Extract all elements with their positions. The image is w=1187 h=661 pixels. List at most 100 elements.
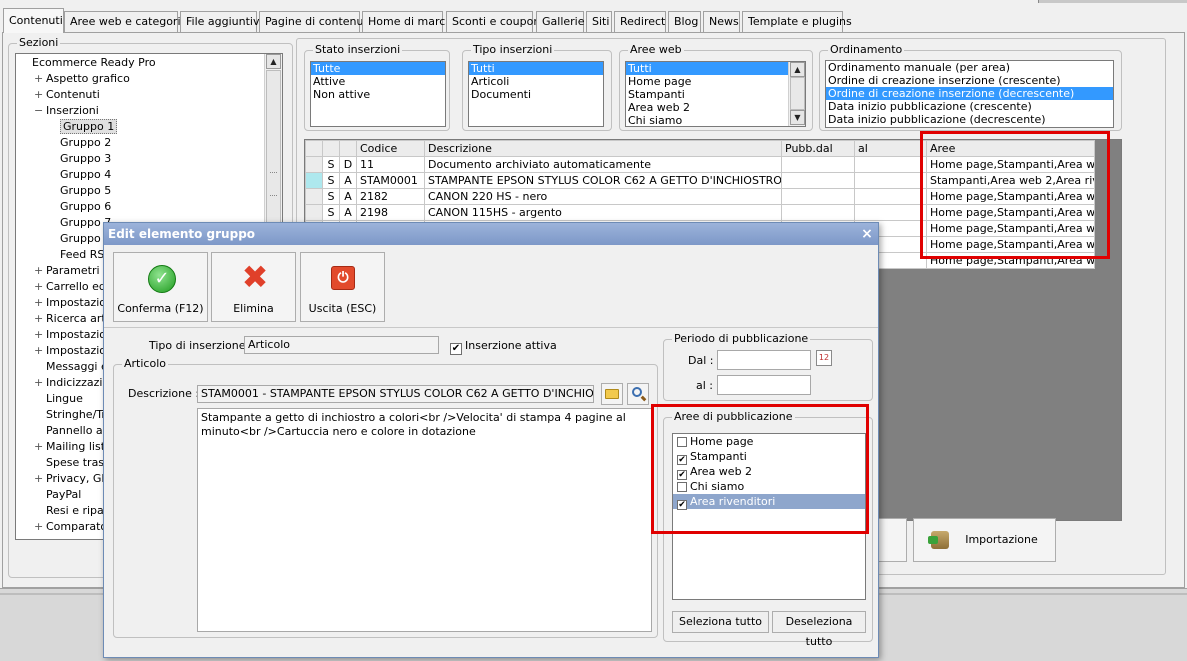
tree-node[interactable]: Gruppo 6 (48, 199, 111, 215)
tree-node[interactable]: Gruppo 4 (48, 167, 111, 183)
tab-gallerie[interactable]: Gallerie (536, 11, 585, 32)
tab-template-plugins[interactable]: Template e plugins (742, 11, 852, 32)
list-item[interactable]: Articoli (469, 75, 603, 88)
scroll-up-icon[interactable]: ▲ (266, 54, 281, 69)
tree-node[interactable]: Feed RSS (48, 247, 111, 263)
dialog-close-icon[interactable]: × (859, 226, 875, 242)
tree-node[interactable]: + Aspetto grafico (34, 71, 130, 87)
tree-node[interactable]: + Impostazio (34, 327, 106, 343)
search-button[interactable] (627, 383, 649, 405)
tree-node[interactable]: Spese trasp (34, 455, 111, 471)
list-item[interactable]: Ordinamento manuale (per area) (826, 61, 1113, 74)
tab-pagine-contenuti[interactable]: Pagine di contenuti (259, 11, 371, 32)
ordinamento-listbox[interactable]: Ordinamento manuale (per area) Ordine di … (825, 60, 1114, 128)
expand-icon[interactable]: + (34, 327, 43, 343)
tab-contenuti[interactable]: Contenuti (3, 8, 64, 33)
calendar-icon[interactable]: 12 (816, 350, 832, 366)
tab-blog[interactable]: Blog (668, 11, 701, 32)
list-item[interactable]: Attive (311, 75, 445, 88)
tree-node[interactable]: + Impostazio (34, 295, 106, 311)
tree-node[interactable]: Lingue (34, 391, 83, 407)
tree-node[interactable]: Gruppo 7 (48, 215, 111, 231)
aree-listbox[interactable]: Tutti Home page Stampanti Area web 2 Chi sia… (625, 61, 806, 127)
column-header[interactable]: Descrizione (424, 140, 782, 157)
aree-scrollbar[interactable]: ▲ ▼ (788, 62, 805, 126)
column-header[interactable] (305, 140, 323, 157)
tab-file-aggiuntivi[interactable]: File aggiuntivi (180, 11, 263, 32)
tab-home-marca[interactable]: Home di marca (362, 11, 452, 32)
attiva-checkbox[interactable]: ✔ Inserzione attiva (450, 339, 557, 355)
tree-node[interactable]: PayPal (34, 487, 81, 503)
expand-icon[interactable]: + (34, 519, 43, 535)
tab-aree-web[interactable]: Aree web e categorie (64, 11, 187, 32)
list-item[interactable]: Documenti (469, 88, 603, 101)
tree-node[interactable]: Stringhe/Tr (34, 407, 106, 423)
tree-node[interactable]: Messaggi e (34, 359, 108, 375)
tree-node[interactable]: Gruppo 3 (48, 151, 111, 167)
tree-node[interactable]: + Indicizzazio (34, 375, 109, 391)
list-item[interactable]: Data inizio pubblicazione (crescente) (826, 100, 1113, 113)
open-folder-button[interactable] (601, 383, 623, 405)
aree-scroll-down-icon[interactable]: ▼ (790, 110, 805, 125)
conferma-button[interactable]: ✓ Conferma (F12) (113, 252, 208, 322)
tree-node[interactable]: Gruppo 2 (48, 135, 111, 151)
column-header[interactable] (322, 140, 340, 157)
tipo-field[interactable]: Articolo (244, 336, 439, 354)
tree-node[interactable]: Gruppo 5 (48, 183, 111, 199)
tree-node[interactable]: − Inserzioni (34, 103, 99, 119)
al-field[interactable] (717, 375, 811, 395)
tree-node[interactable]: + Impostazio (34, 343, 106, 359)
uscita-button[interactable]: ⏻ Uscita (ESC) (300, 252, 385, 322)
expand-icon[interactable]: + (34, 295, 43, 311)
stato-listbox[interactable]: Tutte Attive Non attive (310, 61, 446, 127)
tree-node[interactable]: Pannello am (34, 423, 113, 439)
seleziona-tutto-button[interactable]: Seleziona tutto (672, 611, 769, 633)
expand-icon[interactable]: + (34, 439, 43, 455)
tree-node[interactable]: + Contenuti (34, 87, 100, 103)
aree-scroll-up-icon[interactable]: ▲ (790, 62, 805, 77)
dal-field[interactable] (717, 350, 811, 370)
descrizione-field[interactable]: STAM0001 - STAMPANTE EPSON STYLUS COLOR … (197, 385, 594, 403)
aree-scroll-thumb[interactable] (790, 77, 805, 110)
tree-node[interactable]: + Parametri u (34, 263, 110, 279)
expand-icon[interactable]: + (34, 343, 43, 359)
tree-node[interactable]: + Privacy, GD (34, 471, 110, 487)
tree-node[interactable]: Resi e ripar (34, 503, 108, 519)
expand-icon[interactable]: + (34, 375, 43, 391)
tree-node[interactable]: + Comparator (34, 519, 112, 535)
expand-icon[interactable]: + (34, 87, 43, 103)
deseleziona-tutto-button[interactable]: Deseleziona tutto (772, 611, 866, 648)
tab-redirect[interactable]: Redirect (614, 11, 666, 32)
list-item[interactable]: Data inizio pubblicazione (decrescente) (826, 113, 1113, 126)
list-item[interactable]: Ordine di creazione inserzione (crescent… (826, 74, 1113, 87)
importazione-button[interactable]: Importazione (913, 518, 1056, 562)
list-item[interactable]: Tutte (311, 62, 445, 75)
tree-node[interactable]: Gruppo 1 (48, 119, 118, 135)
list-item[interactable]: Area web 2 (626, 101, 805, 114)
expand-icon[interactable]: + (34, 471, 43, 487)
elimina-button[interactable]: ✖ Elimina (211, 252, 296, 322)
tree-node[interactable]: Ecommerce Ready Pro (20, 55, 156, 71)
collapse-icon[interactable]: − (34, 103, 43, 119)
list-item[interactable]: Ordine di creazione inserzione (decresce… (826, 87, 1113, 100)
tree-node[interactable]: Gruppo 8 (48, 231, 111, 247)
tree-node[interactable]: + Carrello ed (34, 279, 106, 295)
tipo-listbox[interactable]: Tutti Articoli Documenti (468, 61, 604, 127)
list-item[interactable]: Tutti (469, 62, 603, 75)
tab-siti[interactable]: Siti (586, 11, 612, 32)
descrizione-memo[interactable]: Stampante a getto di inchiostro a colori… (197, 408, 652, 632)
tab-news[interactable]: News (703, 11, 740, 32)
list-item[interactable]: Chi siamo (626, 114, 805, 126)
column-header[interactable]: al (854, 140, 927, 157)
list-item[interactable]: Tutti (626, 62, 805, 75)
expand-icon[interactable]: + (34, 263, 43, 279)
expand-icon[interactable]: + (34, 279, 43, 295)
tree-node[interactable]: + Ricerca arti (34, 311, 109, 327)
list-item[interactable]: Non attive (311, 88, 445, 101)
list-item[interactable]: Stampanti (626, 88, 805, 101)
list-item[interactable]: Home page (626, 75, 805, 88)
tab-sconti-coupon[interactable]: Sconti e coupon (446, 11, 540, 32)
column-header[interactable]: Codice (356, 140, 425, 157)
column-header[interactable]: Pubb.dal (781, 140, 855, 157)
expand-icon[interactable]: + (34, 71, 43, 87)
